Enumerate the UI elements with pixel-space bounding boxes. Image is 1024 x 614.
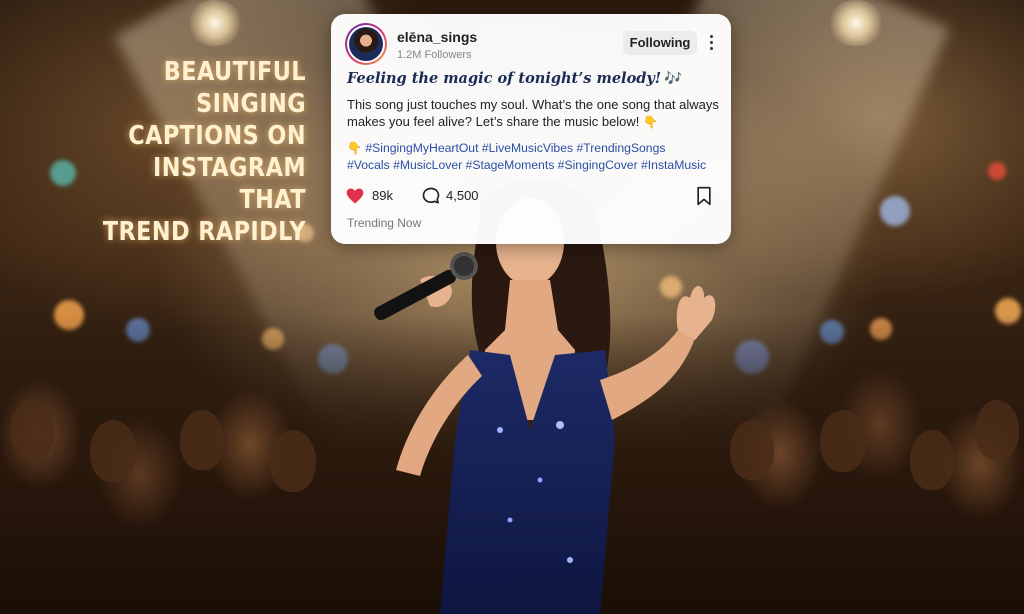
- comment-icon[interactable]: [421, 186, 441, 206]
- caption-body-text: This song just touches my soul. What’s t…: [347, 97, 719, 129]
- spotlight: [826, 0, 886, 46]
- instagram-post-card[interactable]: elēna_sings 1.2M Followers Following Fee…: [331, 14, 731, 244]
- spotlight: [185, 0, 245, 46]
- singer-illustration: [374, 180, 716, 614]
- audience-member: [270, 430, 316, 492]
- hashtags[interactable]: 👇 #SingingMyHeartOut #LiveMusicVibes #Tr…: [347, 140, 727, 174]
- headline-line: CAPTIONS ON: [128, 121, 306, 151]
- caption-title: Feeling the magic of tonight’s melody! 🎶: [347, 70, 682, 87]
- post-header: elēna_sings 1.2M Followers Following: [345, 23, 717, 67]
- bokeh-light: [50, 160, 76, 186]
- hashtag-line[interactable]: #SingingMyHeartOut #LiveMusicVibes #Tren…: [365, 141, 665, 155]
- caption-body: This song just touches my soul. What’s t…: [347, 96, 719, 131]
- audience-member: [10, 400, 54, 460]
- bookmark-icon[interactable]: [695, 186, 713, 206]
- headline-line: INSTAGRAM THAT: [153, 153, 306, 215]
- username[interactable]: elēna_sings: [397, 29, 477, 45]
- audience-member: [820, 410, 866, 472]
- more-options-icon[interactable]: [705, 33, 717, 53]
- headline-line: TREND RAPIDLY: [102, 217, 307, 247]
- post-actions: 89k 4,500: [345, 185, 717, 207]
- music-notes-icon: 🎶: [664, 70, 683, 87]
- hashtag-line[interactable]: #Vocals #MusicLover #StageMoments #Singi…: [347, 157, 727, 174]
- comment-count: 4,500: [446, 188, 479, 203]
- pointing-down-icon: 👇: [643, 115, 658, 129]
- caption-title-text: Feeling the magic of tonight’s melody!: [347, 70, 662, 87]
- bokeh-light: [880, 196, 910, 226]
- headline: BEAUTIFUL SINGING CAPTIONS ON INSTAGRAM …: [94, 56, 306, 248]
- follower-count: 1.2M Followers: [397, 49, 472, 61]
- audience-member: [180, 410, 224, 470]
- pointing-down-icon: 👇: [347, 141, 362, 155]
- like-count: 89k: [372, 188, 393, 203]
- audience-member: [910, 430, 954, 490]
- audience-member: [90, 420, 136, 482]
- avatar[interactable]: [345, 23, 387, 65]
- bokeh-light: [988, 162, 1006, 180]
- heart-icon[interactable]: [345, 186, 365, 206]
- headline-line: BEAUTIFUL SINGING: [163, 57, 306, 119]
- trending-status: Trending Now: [347, 216, 422, 230]
- audience-member: [975, 400, 1019, 460]
- following-button[interactable]: Following: [623, 31, 697, 55]
